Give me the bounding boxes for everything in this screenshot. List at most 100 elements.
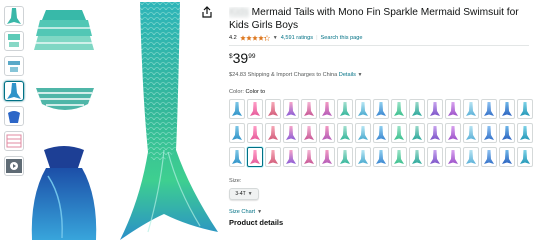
color-swatch[interactable] <box>355 99 371 119</box>
color-swatch[interactable] <box>463 147 479 167</box>
color-swatch[interactable] <box>427 123 443 143</box>
share-icon[interactable] <box>201 6 213 18</box>
price-whole: 39 <box>232 50 249 66</box>
color-swatch[interactable] <box>355 123 371 143</box>
color-swatch[interactable] <box>391 147 407 167</box>
color-swatch[interactable] <box>481 99 497 119</box>
color-label-text: Color: <box>229 89 244 95</box>
thumbnail-monofin[interactable] <box>4 106 24 126</box>
color-swatch[interactable] <box>337 147 353 167</box>
size-chart-link[interactable]: Size Chart <box>229 209 255 215</box>
color-swatch[interactable] <box>409 99 425 119</box>
mermaid-tail-illustration <box>120 2 218 240</box>
chevron-down-icon[interactable]: ▼ <box>357 72 362 78</box>
color-swatch[interactable] <box>265 123 281 143</box>
swatch-tail-icon <box>304 150 314 164</box>
color-swatch[interactable] <box>229 99 245 119</box>
color-swatch[interactable] <box>337 123 353 143</box>
color-swatch[interactable] <box>517 99 533 119</box>
thumbnail-strip <box>4 6 26 181</box>
thumbnail-swimsuit[interactable] <box>4 31 24 51</box>
monofin-illustration <box>31 146 97 240</box>
swatch-tail-icon <box>340 126 350 140</box>
color-swatch[interactable] <box>499 123 515 143</box>
color-swatch[interactable] <box>373 99 389 119</box>
swatch-tail-icon <box>502 150 512 164</box>
ratings-count-link[interactable]: 4,591 ratings <box>281 35 313 41</box>
color-swatch[interactable] <box>391 99 407 119</box>
color-selected-value: Color to <box>245 89 266 95</box>
color-swatch[interactable] <box>229 147 245 167</box>
size-dropdown[interactable]: 3-4T ▼ <box>229 188 259 200</box>
swatch-tail-icon <box>520 126 530 140</box>
price-fraction: 99 <box>248 53 256 60</box>
swatch-tail-icon <box>232 102 242 116</box>
color-swatch[interactable] <box>445 99 461 119</box>
swatch-tail-icon <box>232 150 242 164</box>
swatch-tail-icon <box>304 102 314 116</box>
color-swatch[interactable] <box>409 123 425 143</box>
title-text: Mermaid Tails with Mono Fin Sparkle Merm… <box>229 7 519 31</box>
color-swatch[interactable] <box>499 99 515 119</box>
product-details-heading: Product details <box>229 218 284 227</box>
thumbnail-tail[interactable] <box>4 6 24 26</box>
color-swatch[interactable] <box>517 123 533 143</box>
color-swatch[interactable] <box>499 147 515 167</box>
color-swatch[interactable] <box>517 147 533 167</box>
product-main-image[interactable] <box>28 0 218 240</box>
swatch-tail-icon <box>448 150 458 164</box>
swatch-tail-icon <box>430 150 440 164</box>
swatch-tail-icon <box>268 126 278 140</box>
color-swatch[interactable] <box>373 147 389 167</box>
color-swatch[interactable] <box>247 99 263 119</box>
thumbnail-size-table[interactable] <box>4 131 24 151</box>
swatch-tail-icon <box>286 150 296 164</box>
swatch-tail-icon <box>484 102 494 116</box>
shipping-details-link[interactable]: Details <box>339 72 356 78</box>
thumbnail-bikini[interactable] <box>4 56 24 76</box>
swatch-tail-icon <box>286 102 296 116</box>
color-swatch[interactable] <box>301 123 317 143</box>
swatch-tail-icon <box>466 102 476 116</box>
chevron-down-icon[interactable]: ▼ <box>273 35 278 41</box>
color-swatch[interactable] <box>247 147 263 167</box>
color-swatch[interactable] <box>427 147 443 167</box>
color-swatch[interactable] <box>229 123 245 143</box>
shipping-info: $24.83 Shipping & Import Charges to Chin… <box>229 72 535 78</box>
color-swatch[interactable] <box>463 99 479 119</box>
swatch-tail-icon <box>466 126 476 140</box>
color-swatch[interactable] <box>481 147 497 167</box>
title-blurred-prefix: Kids <box>229 7 249 18</box>
color-swatch[interactable] <box>247 123 263 143</box>
color-swatch[interactable] <box>445 123 461 143</box>
color-swatch[interactable] <box>301 99 317 119</box>
thumbnail-video[interactable] <box>4 156 24 176</box>
color-swatch[interactable] <box>265 147 281 167</box>
swatch-tail-icon <box>502 102 512 116</box>
color-swatch[interactable] <box>283 147 299 167</box>
color-swatch[interactable] <box>319 123 335 143</box>
chevron-down-icon[interactable]: ▼ <box>257 209 262 215</box>
color-swatch[interactable] <box>283 123 299 143</box>
color-swatch[interactable] <box>319 147 335 167</box>
color-swatch[interactable] <box>427 99 443 119</box>
color-swatch[interactable] <box>481 123 497 143</box>
color-swatch[interactable] <box>409 147 425 167</box>
color-swatch[interactable] <box>265 99 281 119</box>
swatch-tail-icon <box>430 126 440 140</box>
color-swatch[interactable] <box>319 99 335 119</box>
swatch-tail-icon <box>376 126 386 140</box>
color-swatch[interactable] <box>301 147 317 167</box>
color-swatch[interactable] <box>355 147 371 167</box>
star-rating[interactable] <box>240 35 270 41</box>
chevron-down-icon: ▼ <box>247 191 253 197</box>
color-swatch[interactable] <box>337 99 353 119</box>
color-swatch[interactable] <box>283 99 299 119</box>
color-swatch[interactable] <box>463 123 479 143</box>
color-swatch[interactable] <box>373 123 389 143</box>
color-swatch[interactable] <box>445 147 461 167</box>
search-this-page-link[interactable]: Search this page <box>321 35 363 41</box>
swatch-tail-icon <box>520 102 530 116</box>
thumbnail-selected[interactable] <box>4 81 24 101</box>
color-swatch[interactable] <box>391 123 407 143</box>
